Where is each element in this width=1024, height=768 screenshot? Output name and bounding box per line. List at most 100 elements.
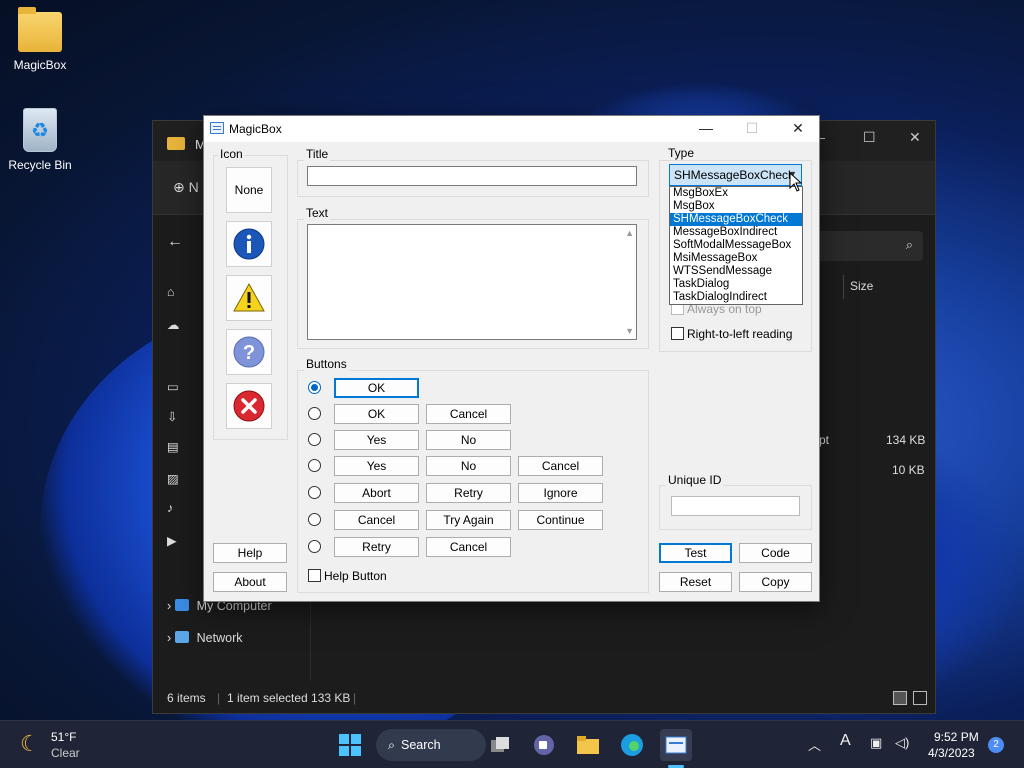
file-explorer-icon[interactable] — [572, 729, 604, 761]
option-no-button[interactable]: No — [426, 430, 511, 450]
type-option[interactable]: SoftModalMessageBox — [670, 239, 802, 252]
test-button[interactable]: Test — [659, 543, 732, 563]
desktop-folder-icon[interactable]: ▭ — [167, 379, 179, 394]
svg-text:?: ? — [243, 342, 255, 364]
teams-chat-icon[interactable] — [528, 729, 560, 761]
option-ok-button[interactable]: OK — [334, 404, 419, 424]
option-no-button[interactable]: No — [426, 456, 511, 476]
text-area[interactable]: ▲ ▼ — [307, 224, 637, 340]
icon-warning-button[interactable] — [226, 275, 272, 321]
help-button-checkbox[interactable] — [308, 569, 321, 582]
new-button[interactable]: ⊕ N — [173, 179, 199, 196]
pictures-icon[interactable]: ▨ — [167, 471, 179, 486]
buttons-radio-abort-retry-ignore[interactable] — [308, 486, 321, 499]
option-ignore-button[interactable]: Ignore — [518, 483, 603, 503]
code-button[interactable]: Code — [739, 543, 812, 563]
mouse-cursor-icon — [789, 172, 803, 192]
music-icon[interactable]: ♪ — [167, 501, 173, 515]
unique-id-input[interactable] — [671, 496, 800, 516]
volume-icon[interactable]: ◁) — [895, 735, 909, 751]
buttons-radio-yes-no-cancel[interactable] — [308, 459, 321, 472]
type-option[interactable]: MsgBoxEx — [670, 187, 802, 200]
type-option[interactable]: MsiMessageBox — [670, 252, 802, 265]
notification-badge[interactable]: 2 — [988, 737, 1004, 753]
edge-browser-icon[interactable] — [616, 729, 648, 761]
file-type-cell: pt — [819, 433, 830, 447]
icon-info-button[interactable] — [226, 221, 272, 267]
input-language-icon[interactable]: A — [840, 732, 851, 750]
icon-error-button[interactable] — [226, 383, 272, 429]
home-icon[interactable]: ⌂ — [167, 285, 175, 299]
icon-none-button[interactable]: None — [226, 167, 272, 213]
desktop-icon-recycle-bin[interactable]: ♻ Recycle Bin — [2, 108, 78, 172]
sidebar-item-network[interactable]: › Network — [167, 631, 242, 645]
weather-desc[interactable]: Clear — [51, 746, 80, 760]
title-input[interactable] — [307, 166, 637, 186]
desktop-icon-label: Recycle Bin — [8, 158, 72, 172]
buttons-group-label: Buttons — [304, 357, 349, 371]
scroll-down-icon[interactable]: ▼ — [625, 326, 634, 336]
downloads-icon[interactable]: ⇩ — [167, 409, 177, 424]
copy-button[interactable]: Copy — [739, 572, 812, 592]
desktop-icon-label: MagicBox — [13, 58, 67, 72]
minimize-icon[interactable]: — — [683, 116, 729, 142]
close-icon[interactable]: ✕ — [909, 129, 921, 146]
option-cancel-button[interactable]: Cancel — [426, 537, 511, 557]
help-button[interactable]: Help — [213, 543, 287, 563]
network-tray-icon[interactable]: ▣ — [870, 735, 882, 751]
taskbar: ☾ 51°F Clear ⌕ Search ︿ A ▣ ◁) 9:52 PM 4/… — [0, 720, 1024, 768]
weather-temp[interactable]: 51°F — [51, 730, 76, 744]
buttons-radio-ok-cancel[interactable] — [308, 407, 321, 420]
type-option[interactable]: MessageBoxIndirect — [670, 226, 802, 239]
option-cancel-button[interactable]: Cancel — [334, 510, 419, 530]
clock-time[interactable]: 9:52 PM — [934, 730, 979, 744]
magicbox-taskbar-icon[interactable] — [660, 729, 692, 761]
details-view-icon[interactable] — [893, 691, 907, 705]
desktop-icon-magicbox[interactable]: MagicBox — [2, 7, 78, 72]
option-cancel-button[interactable]: Cancel — [426, 404, 511, 424]
buttons-radio-cancel-tryagain-continue[interactable] — [308, 513, 321, 526]
clock-date[interactable]: 4/3/2023 — [928, 746, 975, 760]
buttons-radio-retry-cancel[interactable] — [308, 540, 321, 553]
option-continue-button[interactable]: Continue — [518, 510, 603, 530]
documents-icon[interactable]: ▤ — [167, 439, 179, 454]
type-option[interactable]: MsgBox — [670, 200, 802, 213]
option-ok-button[interactable]: OK — [334, 378, 419, 398]
option-yes-button[interactable]: Yes — [334, 456, 419, 476]
type-option[interactable]: TaskDialogIndirect — [670, 291, 802, 304]
moon-icon: ☾ — [20, 731, 40, 756]
buttons-radio-ok[interactable] — [308, 381, 321, 394]
type-combobox[interactable]: SHMessageBoxCheck ▼ — [669, 164, 802, 186]
option-cancel-button[interactable]: Cancel — [518, 456, 603, 476]
scroll-up-icon[interactable]: ▲ — [625, 228, 634, 238]
type-option[interactable]: WTSSendMessage — [670, 265, 802, 278]
chevron-up-icon[interactable]: ︿ — [808, 735, 821, 754]
option-abort-button[interactable]: Abort — [334, 483, 419, 503]
close-icon[interactable]: ✕ — [775, 116, 821, 142]
type-option[interactable]: SHMessageBoxCheck — [670, 213, 802, 226]
option-retry-button[interactable]: Retry — [334, 537, 419, 557]
videos-icon[interactable]: ▶ — [167, 533, 177, 548]
maximize-icon: ☐ — [745, 120, 759, 136]
icon-question-button[interactable]: ? — [226, 329, 272, 375]
task-view-icon[interactable] — [484, 729, 516, 761]
rtl-reading-checkbox[interactable] — [671, 327, 684, 340]
file-size-cell: 134 KB — [886, 433, 926, 447]
search-icon: ⌕ — [905, 237, 913, 252]
option-try-again-button[interactable]: Try Again — [426, 510, 511, 530]
about-button[interactable]: About — [213, 572, 287, 592]
start-button[interactable] — [334, 729, 366, 761]
tiles-view-icon[interactable] — [913, 691, 927, 705]
onedrive-icon[interactable]: ☁ — [167, 317, 180, 332]
computer-icon — [174, 599, 189, 611]
buttons-radio-yes-no[interactable] — [308, 433, 321, 446]
reset-button[interactable]: Reset — [659, 572, 732, 592]
type-option[interactable]: TaskDialog — [670, 278, 802, 291]
column-header-size[interactable]: Size — [843, 275, 933, 299]
option-retry-button[interactable]: Retry — [426, 483, 511, 503]
back-arrow-icon[interactable]: ← — [167, 233, 183, 251]
title-group-label: Title — [304, 147, 331, 161]
option-yes-button[interactable]: Yes — [334, 430, 419, 450]
maximize-icon[interactable]: ☐ — [863, 129, 876, 146]
taskbar-search[interactable]: ⌕ Search — [376, 729, 486, 761]
